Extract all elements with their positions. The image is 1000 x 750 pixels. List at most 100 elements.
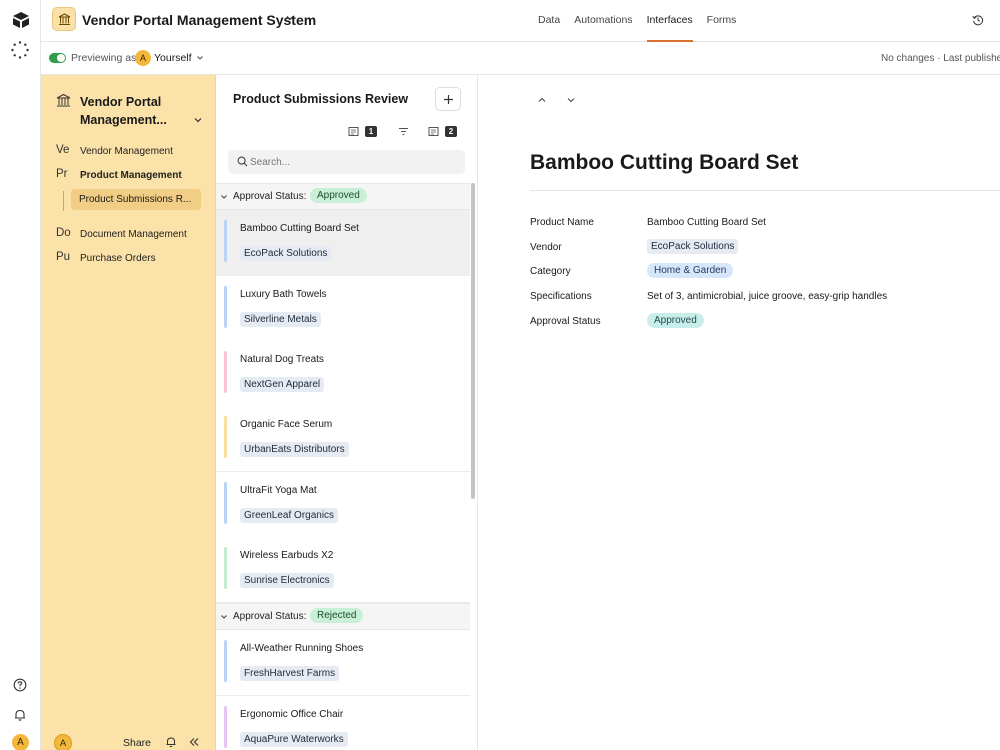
status-badge[interactable]: Approved <box>647 313 704 328</box>
group-label: Approval Status: <box>233 191 307 202</box>
color-bar <box>224 220 227 262</box>
list-item[interactable]: Luxury Bath Towels Silverline Metals <box>216 276 470 342</box>
preview-label: Previewing as <box>71 52 137 64</box>
list-item[interactable]: Natural Dog Treats NextGen Apparel <box>216 341 470 407</box>
app-title[interactable]: Vendor Portal Management System <box>82 12 316 28</box>
field-label: Vendor <box>530 242 562 253</box>
building-icon <box>58 13 71 25</box>
notification-bell-icon[interactable] <box>165 736 177 748</box>
field-approval-status: Approval Status Approved <box>530 312 1000 332</box>
sidebar-item-label: Vendor Management <box>80 146 173 157</box>
color-bar <box>224 640 227 682</box>
chevron-down-icon[interactable] <box>285 13 295 23</box>
collapse-sidebar-icon[interactable] <box>188 736 200 748</box>
field-label: Category <box>530 266 571 277</box>
list-icon <box>348 127 359 136</box>
field-product-name: Product Name Bamboo Cutting Board Set <box>530 213 1000 233</box>
vendor-tag: EcoPack Solutions <box>240 246 332 261</box>
record-list-panel: Product Submissions Review 1 2 Approval … <box>216 75 478 750</box>
plus-icon <box>444 95 453 104</box>
sidebar-item-abbr: Pr <box>56 168 68 180</box>
field-category: Category Home & Garden <box>530 262 1000 282</box>
sidebar-item-document-management[interactable]: Do Document Management <box>41 225 216 245</box>
group-icon <box>428 127 439 136</box>
tree-line <box>63 191 64 211</box>
preview-toggle[interactable] <box>49 53 66 63</box>
record-name: Organic Face Serum <box>240 419 333 430</box>
sidebar-item-product-management[interactable]: Pr Product Management <box>41 166 216 186</box>
search-icon <box>237 156 248 167</box>
search-field[interactable] <box>228 150 465 174</box>
user-avatar[interactable]: A <box>12 734 29 750</box>
vendor-tag: FreshHarvest Farms <box>240 666 340 681</box>
tab-automations[interactable]: Automations <box>574 0 632 42</box>
notification-bell-icon[interactable] <box>13 708 27 722</box>
list-item[interactable]: Wireless Earbuds X2 Sunrise Electronics <box>216 537 470 603</box>
tab-data[interactable]: Data <box>538 0 560 42</box>
record-name: All-Weather Running Shoes <box>240 643 364 654</box>
add-record-button[interactable] <box>435 87 461 111</box>
sidebar-item-purchase-orders[interactable]: Pu Purchase Orders <box>41 249 216 269</box>
tab-interfaces[interactable]: Interfaces <box>646 0 693 42</box>
group-header-approved[interactable]: Approval Status: Approved <box>216 183 470 210</box>
chevron-down-icon[interactable] <box>193 115 203 125</box>
sidebar-item-abbr: Do <box>56 227 71 239</box>
record-name: Bamboo Cutting Board Set <box>240 223 359 234</box>
record-name: UltraFit Yoga Mat <box>240 485 317 496</box>
list-item[interactable]: Bamboo Cutting Board Set EcoPack Solutio… <box>216 210 470 276</box>
vendor-tag[interactable]: EcoPack Solutions <box>647 239 739 254</box>
list-item[interactable]: All-Weather Running Shoes FreshHarvest F… <box>216 630 470 696</box>
app-logo-icon[interactable] <box>11 10 31 30</box>
vendor-tag: AquaPure Waterworks <box>240 732 348 747</box>
avatar[interactable]: A <box>54 734 72 750</box>
count-badge: 2 <box>445 126 457 137</box>
share-button[interactable]: Share <box>123 737 151 749</box>
sidebar-item-label: Purchase Orders <box>80 253 156 264</box>
fields-tool[interactable]: 1 <box>348 126 388 140</box>
sidebar-item-product-submissions[interactable]: Product Submissions R... <box>71 189 201 210</box>
record-title: Bamboo Cutting Board Set <box>530 151 799 174</box>
chevron-down-icon[interactable] <box>220 613 228 621</box>
chevron-down-icon[interactable] <box>220 193 228 201</box>
sidebar-title[interactable]: Vendor Portal Management... <box>80 93 190 129</box>
field-value[interactable]: Bamboo Cutting Board Set <box>647 217 766 228</box>
sidebar-item-vendor-management[interactable]: Ve Vendor Management <box>41 142 216 162</box>
chevron-up-icon[interactable] <box>537 95 547 105</box>
field-value[interactable]: Set of 3, antimicrobial, juice groove, e… <box>647 291 887 302</box>
preview-user-select[interactable]: Yourself <box>154 52 192 64</box>
top-navigation: Data Automations Interfaces Forms <box>538 0 736 42</box>
search-input[interactable] <box>250 154 450 170</box>
app-badge[interactable] <box>52 7 76 31</box>
color-bar <box>224 706 227 748</box>
divider <box>530 190 1000 191</box>
filter-icon[interactable] <box>398 126 409 137</box>
chevron-down-icon[interactable] <box>566 95 576 105</box>
field-label: Product Name <box>530 217 594 228</box>
records-list: Approval Status: Approved Bamboo Cutting… <box>216 183 470 750</box>
color-bar <box>224 416 227 458</box>
list-item[interactable]: Ergonomic Office Chair AquaPure Waterwor… <box>216 696 470 750</box>
history-icon[interactable] <box>972 14 984 26</box>
record-name: Luxury Bath Towels <box>240 289 327 300</box>
record-name: Ergonomic Office Chair <box>240 709 344 720</box>
record-detail: Bamboo Cutting Board Set Product Name Ba… <box>478 75 1000 750</box>
chevron-down-icon[interactable] <box>196 54 204 62</box>
vendor-tag: NextGen Apparel <box>240 377 325 392</box>
group-header-rejected[interactable]: Approval Status: Rejected <box>216 603 470 630</box>
group-label: Approval Status: <box>233 611 307 622</box>
help-icon[interactable] <box>13 678 27 692</box>
count-badge: 1 <box>365 126 377 137</box>
publish-status: No changes · Last publishe <box>881 53 1000 64</box>
preview-bar: Previewing as A Yourself No changes · La… <box>41 42 1000 75</box>
category-badge[interactable]: Home & Garden <box>647 263 734 278</box>
sidebar: Vendor Portal Management... Ve Vendor Ma… <box>41 75 216 750</box>
color-bar <box>224 482 227 524</box>
workspace-icon[interactable] <box>11 41 29 59</box>
sidebar-item-label: Product Submissions R... <box>79 194 192 205</box>
list-scrollbar[interactable] <box>471 183 475 499</box>
list-item[interactable]: Organic Face Serum UrbanEats Distributor… <box>216 406 470 472</box>
group-tool[interactable]: 2 <box>428 126 468 140</box>
list-item[interactable]: UltraFit Yoga Mat GreenLeaf Organics <box>216 472 470 538</box>
record-name: Wireless Earbuds X2 <box>240 550 334 561</box>
tab-forms[interactable]: Forms <box>707 0 737 42</box>
